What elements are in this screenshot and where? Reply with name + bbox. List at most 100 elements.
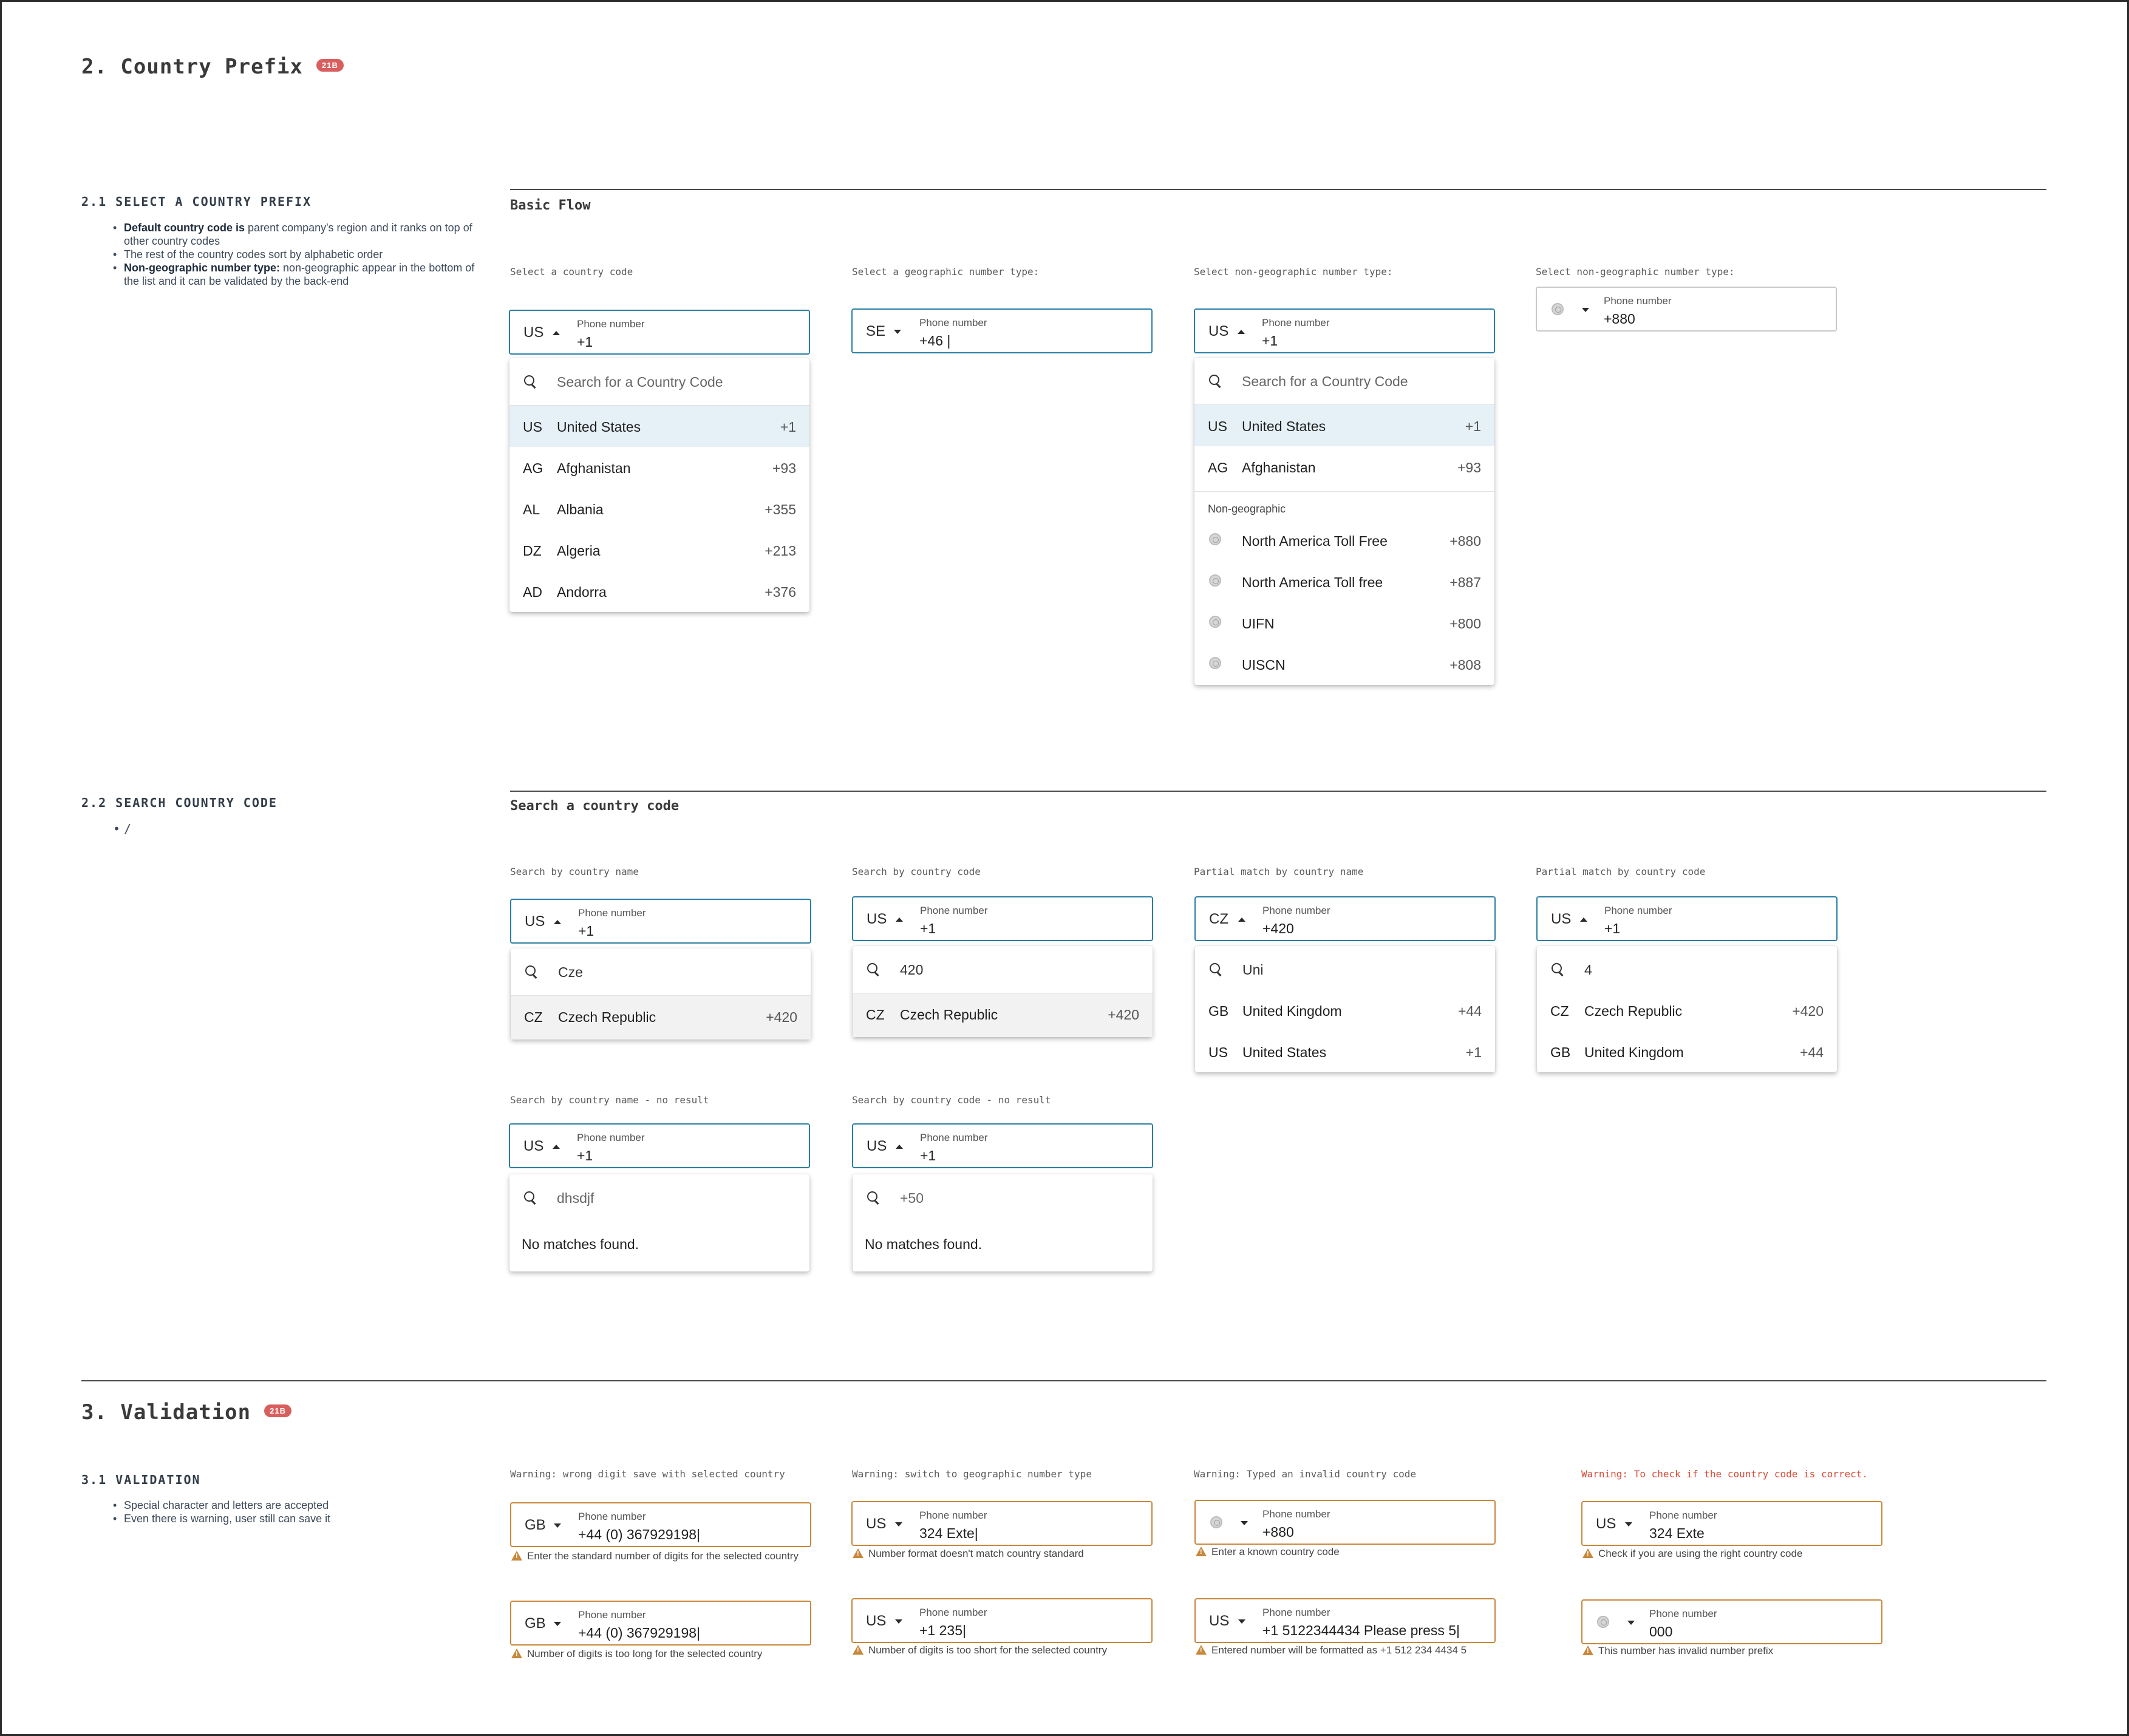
chevron-up-icon[interactable] <box>1238 917 1245 922</box>
chevron-down-icon[interactable] <box>1241 1521 1248 1525</box>
dropdown-option[interactable]: GB United Kingdom +44 <box>1537 1031 1837 1072</box>
country-code-selector[interactable]: US <box>523 1138 543 1155</box>
globe-icon[interactable] <box>1210 1516 1222 1528</box>
dropdown-search[interactable]: +50 <box>853 1174 1153 1218</box>
phone-number-input[interactable]: +44 (0) 367929198| <box>578 1625 700 1641</box>
phone-number-field[interactable]: US Phone number +1 235| <box>851 1598 1153 1643</box>
dropdown-search[interactable]: dhsdjf <box>509 1174 809 1218</box>
country-code-selector[interactable]: US <box>866 1613 886 1630</box>
dropdown-option[interactable]: US United States +1 <box>1195 1031 1495 1072</box>
dropdown-search[interactable]: Cze <box>511 948 811 996</box>
dropdown-option[interactable]: AG Afghanistan +93 <box>1194 446 1494 488</box>
chevron-down-icon[interactable] <box>895 1619 902 1624</box>
phone-number-input[interactable]: +420 <box>1262 921 1294 937</box>
dropdown-option[interactable]: AG Afghanistan +93 <box>509 447 809 488</box>
phone-number-input[interactable]: +1 <box>920 1148 936 1164</box>
country-code-selector[interactable]: US <box>525 913 545 930</box>
chevron-up-icon[interactable] <box>1238 330 1245 334</box>
dropdown-option[interactable]: AL Albania +355 <box>509 488 809 529</box>
country-code-selector[interactable]: US <box>866 1516 886 1533</box>
country-code-selector[interactable]: US <box>867 911 887 928</box>
search-input[interactable]: Uni <box>1242 962 1264 978</box>
dropdown-option[interactable]: CZ Czech Republic +420 <box>853 993 1153 1037</box>
dropdown-option[interactable]: CZ Czech Republic +420 <box>1537 990 1837 1031</box>
chevron-up-icon[interactable] <box>896 917 903 922</box>
search-input[interactable]: 420 <box>900 962 923 978</box>
dropdown-search[interactable]: 420 <box>853 946 1153 993</box>
phone-number-field[interactable]: GB Phone number +44 (0) 367929198| <box>510 1601 811 1646</box>
chevron-down-icon[interactable] <box>1625 1522 1632 1527</box>
search-input[interactable]: +50 <box>900 1190 924 1207</box>
country-code-selector[interactable]: US <box>1551 911 1571 928</box>
phone-number-field[interactable]: US Phone number +1 <box>510 899 811 944</box>
phone-number-field[interactable]: US Phone number +1 5122344434 Please pre… <box>1194 1598 1496 1643</box>
phone-number-input[interactable]: +1 5122344434 Please press 5| <box>1262 1622 1460 1639</box>
country-code-selector[interactable]: US <box>1208 323 1228 340</box>
phone-number-input[interactable]: +1 235| <box>919 1622 966 1639</box>
phone-number-field[interactable]: US Phone number +1 <box>1194 308 1495 353</box>
dropdown-option[interactable]: US United States +1 <box>1194 405 1494 446</box>
search-input[interactable]: dhsdjf <box>557 1190 594 1207</box>
country-code-selector[interactable]: US <box>1596 1516 1616 1533</box>
country-code-selector[interactable]: GB <box>525 1615 546 1632</box>
country-code-selector[interactable]: SE <box>866 323 885 340</box>
chevron-down-icon[interactable] <box>554 1622 561 1626</box>
phone-number-field[interactable]: US Phone number +1 <box>509 310 810 355</box>
phone-number-input[interactable]: +1 <box>1262 333 1278 349</box>
chevron-up-icon[interactable] <box>896 1145 903 1149</box>
dropdown-search[interactable]: Search for a Country Code <box>509 358 809 406</box>
phone-number-field[interactable]: Phone number +880 <box>1536 287 1837 332</box>
globe-icon[interactable] <box>1597 1616 1609 1628</box>
chevron-down-icon[interactable] <box>895 1522 902 1527</box>
phone-number-field[interactable]: US Phone number 324 Exte <box>1581 1501 1882 1546</box>
phone-number-field[interactable]: Phone number +880 <box>1194 1500 1496 1545</box>
chevron-down-icon[interactable] <box>1238 1619 1245 1624</box>
chevron-down-icon[interactable] <box>894 330 901 334</box>
phone-number-input[interactable]: +880 <box>1604 311 1635 327</box>
country-code-selector[interactable]: US <box>523 324 543 341</box>
phone-number-input[interactable]: +1 <box>577 334 593 350</box>
phone-number-field[interactable]: US Phone number 324 Exte| <box>851 1501 1153 1546</box>
chevron-up-icon[interactable] <box>554 920 561 924</box>
phone-number-input[interactable]: +880 <box>1262 1524 1294 1540</box>
dropdown-option[interactable]: UISCN +808 <box>1194 644 1494 685</box>
phone-number-input[interactable]: 324 Exte <box>1649 1525 1705 1542</box>
phone-number-field[interactable]: SE Phone number +46 | <box>851 308 1153 353</box>
dropdown-option[interactable]: DZ Algeria +213 <box>509 529 809 571</box>
phone-number-field[interactable]: Phone number 000 <box>1581 1599 1882 1644</box>
phone-number-input[interactable]: +1 <box>577 1148 593 1164</box>
search-input[interactable]: 4 <box>1584 962 1592 978</box>
dropdown-option[interactable]: AD Andorra +376 <box>509 571 809 612</box>
phone-number-input[interactable]: +1 <box>920 921 936 937</box>
phone-number-field[interactable]: US Phone number +1 <box>852 1123 1153 1168</box>
dropdown-option[interactable]: GB United Kingdom +44 <box>1195 990 1495 1031</box>
chevron-down-icon[interactable] <box>1582 308 1589 312</box>
dropdown-option[interactable]: CZ Czech Republic +420 <box>511 996 811 1040</box>
dropdown-search[interactable]: 4 <box>1537 946 1837 990</box>
phone-number-input[interactable]: +44 (0) 367929198| <box>578 1527 700 1543</box>
search-input[interactable]: Cze <box>558 964 583 981</box>
dropdown-search[interactable]: Search for a Country Code <box>1194 358 1494 405</box>
chevron-down-icon[interactable] <box>1627 1621 1635 1625</box>
country-code-selector[interactable]: CZ <box>1209 911 1228 928</box>
dropdown-option[interactable]: US United States +1 <box>509 406 809 447</box>
chevron-down-icon[interactable] <box>554 1523 561 1528</box>
phone-number-field[interactable]: US Phone number +1 <box>852 896 1153 941</box>
phone-number-field[interactable]: US Phone number +1 <box>1536 896 1838 941</box>
globe-icon[interactable] <box>1552 303 1564 315</box>
dropdown-option[interactable]: UIFN +800 <box>1194 602 1494 644</box>
phone-number-field[interactable]: CZ Phone number +420 <box>1194 896 1496 941</box>
phone-number-input[interactable]: 000 <box>1649 1624 1672 1640</box>
country-code-selector[interactable]: GB <box>525 1517 546 1534</box>
phone-number-input[interactable]: +1 <box>1604 921 1620 937</box>
chevron-up-icon[interactable] <box>1580 917 1587 922</box>
country-code-selector[interactable]: US <box>867 1138 887 1155</box>
search-input[interactable]: Search for a Country Code <box>557 374 723 390</box>
dropdown-option[interactable]: North America Toll Free +880 <box>1194 520 1494 561</box>
phone-number-input[interactable]: +1 <box>578 923 594 939</box>
dropdown-option[interactable]: North America Toll free +887 <box>1194 561 1494 602</box>
search-input[interactable]: Search for a Country Code <box>1242 373 1408 390</box>
dropdown-search[interactable]: Uni <box>1195 946 1495 990</box>
chevron-up-icon[interactable] <box>553 331 560 335</box>
country-code-selector[interactable]: US <box>1209 1613 1229 1630</box>
